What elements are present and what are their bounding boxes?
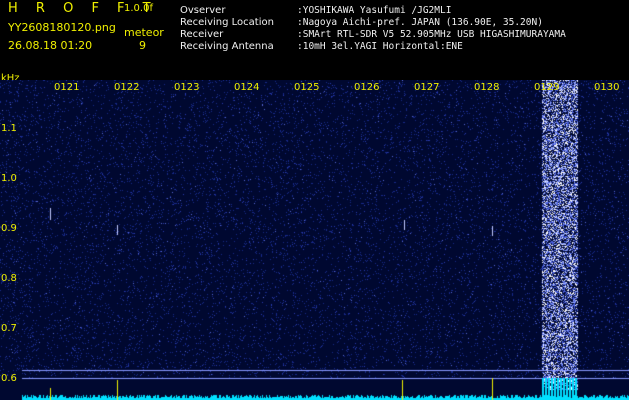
- x-tick-0121: 0121: [54, 82, 80, 93]
- x-tick-0124: 0124: [234, 82, 260, 93]
- y-tick-0-8: 0.8: [1, 273, 17, 284]
- y-tick-0-9: 0.9: [1, 223, 17, 234]
- observer-label: Ovserver: [180, 5, 226, 16]
- app-version: 1.0.0f: [124, 3, 153, 14]
- receiver-label: Receiver: [180, 29, 224, 40]
- y-tick-0-7: 0.7: [1, 323, 17, 334]
- x-tick-0126: 0126: [354, 82, 380, 93]
- meteor-count: 9: [139, 39, 146, 52]
- location-value: :Nagoya Aichi-pref. JAPAN (136.90E, 35.2…: [297, 17, 543, 28]
- x-tick-0127: 0127: [414, 82, 440, 93]
- timestamp: 26.08.18 01:20: [8, 39, 93, 52]
- location-label: Receiving Location: [180, 17, 274, 28]
- y-tick-1-0: 1.0: [1, 173, 17, 184]
- y-tick-1-1: 1.1: [1, 123, 17, 134]
- x-tick-0128: 0128: [474, 82, 500, 93]
- spectrogram-canvas: [0, 80, 629, 400]
- x-tick-0125: 0125: [294, 82, 320, 93]
- x-tick-0123: 0123: [174, 82, 200, 93]
- observer-value: :YOSHIKAWA Yasufumi /JG2MLI: [297, 5, 452, 16]
- x-tick-0130: 0130: [594, 82, 620, 93]
- x-tick-0129: 0129: [534, 82, 560, 93]
- mode-label: meteor: [124, 26, 164, 39]
- image-filename: YY2608180120.png: [8, 21, 116, 34]
- antenna-label: Receiving Antenna: [180, 41, 274, 52]
- x-tick-0122: 0122: [114, 82, 140, 93]
- header-panel: H R O F F T 1.0.0f YY2608180120.png 26.0…: [0, 0, 629, 78]
- antenna-value: :10mH 3el.YAGI Horizontal:ENE: [297, 41, 463, 52]
- receiver-value: :SMArt RTL-SDR V5 52.905MHz USB HIGASHIM…: [297, 29, 566, 40]
- y-tick-0-6: 0.6: [1, 373, 17, 384]
